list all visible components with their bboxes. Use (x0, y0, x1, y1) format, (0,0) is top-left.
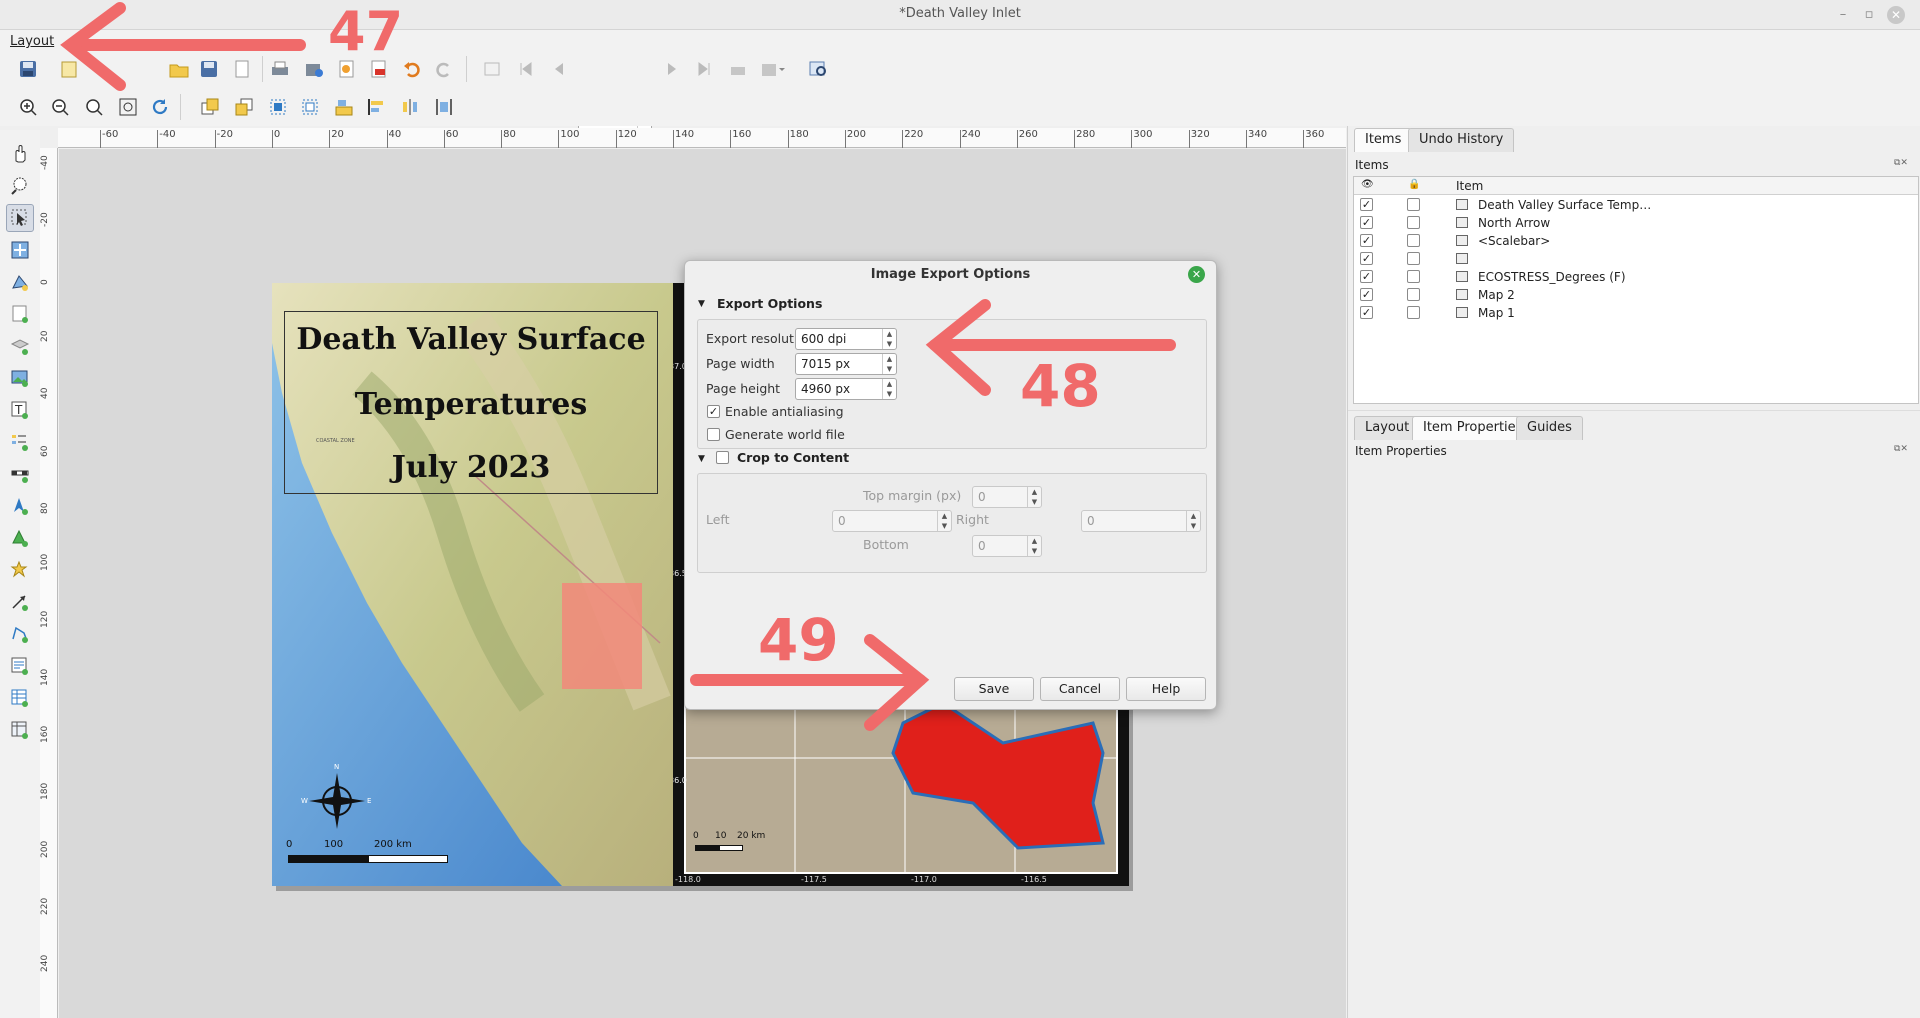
tutorial-annotation-overlay (60, 2, 1176, 731)
annotation-49: 49 (758, 606, 839, 674)
annotation-47: 47 (328, 0, 404, 63)
annotation-48: 48 (1020, 352, 1101, 420)
